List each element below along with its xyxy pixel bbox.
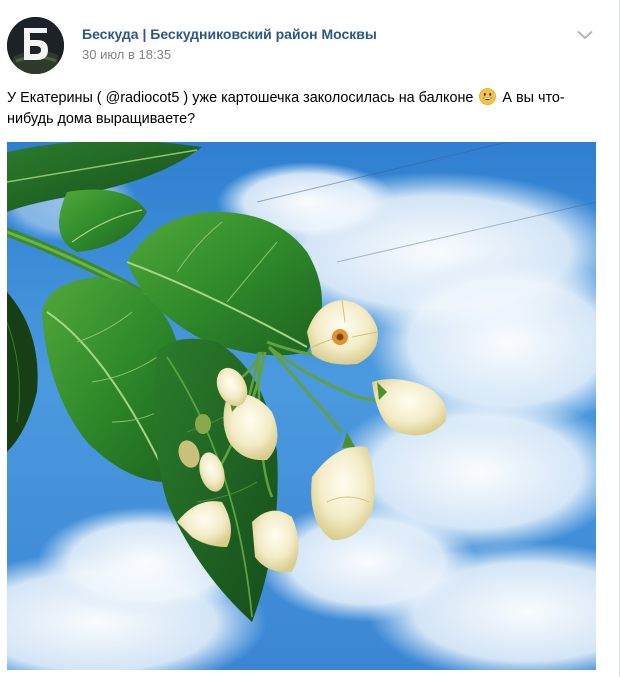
wall-post: Б Бескуда | Бескудниковский район Москвы…: [0, 0, 620, 677]
author-link[interactable]: Бескуда | Бескудниковский район Москвы: [82, 26, 377, 42]
community-logo-icon: Б: [7, 17, 64, 74]
post-photo[interactable]: [7, 142, 596, 670]
post-menu-button[interactable]: [574, 26, 596, 44]
grinning-face-icon: [479, 88, 497, 105]
potato-flower-photo: [7, 142, 596, 670]
post-text: У Екатерины ( @radiocot5 ) уже картошечк…: [7, 88, 607, 130]
post-date[interactable]: 30 июл в 18:35: [82, 47, 171, 62]
chevron-down-icon: [577, 31, 593, 39]
community-avatar[interactable]: Б: [7, 17, 64, 74]
post-text-part-1: У Екатерины ( @radiocot5 ) уже картошечк…: [7, 90, 474, 106]
